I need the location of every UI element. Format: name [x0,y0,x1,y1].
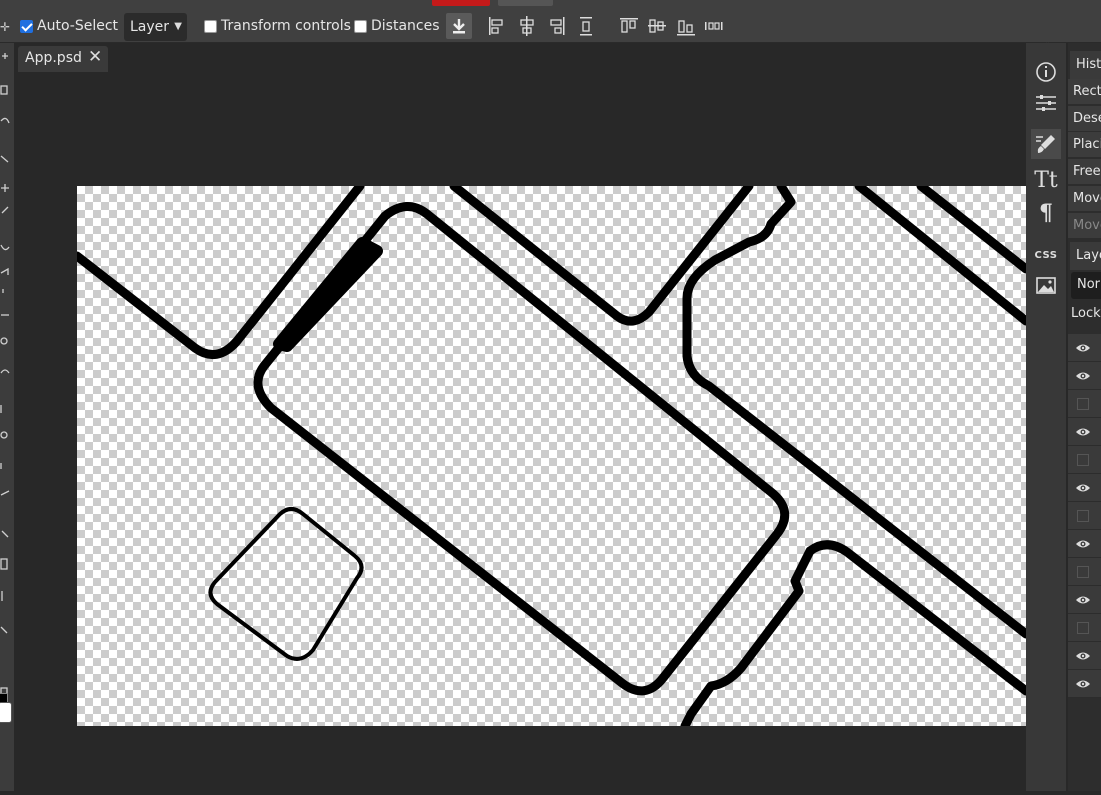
layer-row[interactable] [1068,558,1101,586]
distribute-vertical-icon[interactable] [575,14,597,38]
layer-row[interactable] [1068,334,1101,362]
download-icon [453,19,465,34]
distribute-horizontal-icon[interactable] [703,14,725,38]
auto-select-label: Auto-Select [37,18,119,34]
options-toolbar: ✛ Auto-Select Layer ▼ Transform controls… [0,0,1101,43]
visibility-toggle[interactable] [1077,566,1089,578]
layer-row[interactable] [1068,362,1101,390]
eye-icon[interactable] [1075,341,1091,355]
align-vertical-center-icon[interactable] [646,14,668,38]
history-item-label: Recta [1073,84,1101,99]
background-color-swatch[interactable] [0,702,12,723]
layer-row[interactable] [1068,502,1101,530]
paragraph-icon[interactable]: ¶ [1031,200,1061,226]
history-item[interactable]: Free [1068,159,1101,185]
lock-label: Lock: [1071,306,1101,321]
document-canvas[interactable] [77,186,1026,726]
history-item[interactable]: Placi [1068,132,1101,158]
distances-checkbox[interactable] [354,20,367,33]
layer-row[interactable] [1068,418,1101,446]
layers-panel-title: Laye [1076,248,1101,263]
image-icon[interactable] [1031,273,1061,299]
adjustments-icon[interactable] [1031,90,1061,116]
history-item[interactable]: Recta [1068,79,1101,105]
layer-row[interactable] [1068,390,1101,418]
transform-controls-label: Transform controls [221,18,351,34]
visibility-toggle[interactable] [1077,510,1089,522]
close-icon[interactable]: ✕ [88,47,102,67]
layer-row[interactable] [1068,642,1101,670]
document-tab[interactable]: App.psd ✕ [18,46,108,72]
layer-row[interactable] [1068,446,1101,474]
chevron-down-icon: ▼ [174,21,182,32]
visibility-toggle[interactable] [1077,622,1089,634]
blend-mode-value: Nor [1077,277,1101,292]
character-icon[interactable]: Tt [1031,168,1061,194]
eye-icon[interactable] [1075,537,1091,551]
align-top-icon[interactable] [618,14,640,38]
transform-controls-checkbox[interactable] [204,20,217,33]
auto-select-checkbox[interactable] [20,20,33,33]
layer-select[interactable]: Layer ▼ [124,13,187,41]
info-icon[interactable] [1031,59,1061,85]
align-bottom-icon[interactable] [675,14,697,38]
history-item[interactable]: Move [1068,213,1101,239]
layer-row[interactable] [1068,474,1101,502]
history-item-label: Free [1073,164,1101,179]
layer-row[interactable] [1068,530,1101,558]
layer-row[interactable] [1068,614,1101,642]
tool-icons-strip[interactable] [0,43,14,791]
layer-row[interactable] [1068,670,1101,698]
top-gray-button[interactable] [498,0,553,6]
visibility-toggle[interactable] [1077,454,1089,466]
eye-icon[interactable] [1075,649,1091,663]
tools-panel [0,43,14,791]
download-button[interactable] [446,13,472,39]
distances-label: Distances [371,18,440,34]
eye-icon[interactable] [1075,593,1091,607]
visibility-toggle[interactable] [1077,398,1089,410]
eye-icon[interactable] [1075,425,1091,439]
eye-icon[interactable] [1075,369,1091,383]
align-horizontal-center-icon[interactable] [516,14,538,38]
align-right-icon[interactable] [546,14,568,38]
history-item-label: Dese [1073,111,1101,126]
canvas-artwork [77,186,1026,726]
panel-icon-column: Tt ¶ CSS [1026,43,1066,791]
layers-panel-header[interactable]: Laye [1070,242,1101,270]
history-item-label: Move [1073,191,1101,206]
history-item-label: Move [1073,218,1101,233]
top-red-button[interactable] [432,0,490,6]
history-item[interactable]: Dese [1068,106,1101,132]
history-panel-title: Histo [1076,57,1101,72]
brush-icon [1036,135,1055,153]
layer-select-value: Layer [130,19,170,35]
document-tab-name: App.psd [25,50,82,66]
eye-icon[interactable] [1075,481,1091,495]
eye-icon[interactable] [1075,677,1091,691]
layer-row[interactable] [1068,586,1101,614]
history-item-label: Placi [1073,137,1101,152]
history-item[interactable]: Move [1068,186,1101,212]
brush-panel-button[interactable] [1031,129,1061,159]
move-tool-icon: ✛ [0,20,11,34]
history-panel-header[interactable]: Histo [1070,51,1101,79]
blend-mode-select[interactable]: Nor [1071,272,1101,299]
align-left-icon[interactable] [486,14,508,38]
css-icon[interactable]: CSS [1031,243,1061,269]
